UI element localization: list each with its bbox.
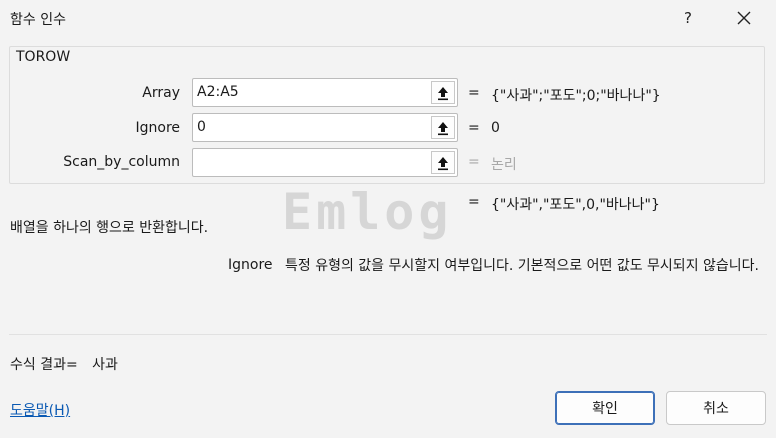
overall-equals: = (468, 194, 480, 210)
scan-by-column-result: 논리 (491, 157, 517, 173)
ignore-input[interactable]: 0 (192, 113, 458, 142)
scan-by-column-equals: = (468, 154, 480, 170)
help-button[interactable]: ? (678, 8, 698, 28)
close-icon (737, 11, 751, 25)
formula-result-label: 수식 결과= (10, 357, 78, 373)
collapse-dialog-icon (438, 156, 448, 170)
collapse-dialog-icon (438, 121, 448, 135)
divider (9, 334, 767, 335)
array-result: {"사과";"포도";0;"바나나"} (491, 88, 661, 104)
array-input[interactable]: A2:A5 (192, 78, 458, 107)
function-description: 배열을 하나의 행으로 반환합니다. (10, 220, 209, 236)
array-ref-button[interactable] (431, 81, 455, 104)
arg-description-name: Ignore (228, 257, 273, 273)
function-name: TOROW (14, 49, 73, 65)
array-input-value: A2:A5 (197, 84, 239, 100)
dialog-title: 함수 인수 (10, 12, 66, 28)
cancel-button[interactable]: 취소 (666, 391, 766, 425)
ignore-equals: = (468, 120, 480, 136)
arg-label-ignore: Ignore (135, 120, 180, 136)
arg-description-text: 특정 유형의 값을 무시할지 여부입니다. 기본적으로 어떤 값도 무시되지 않… (285, 258, 759, 274)
scan-by-column-input[interactable] (192, 148, 458, 177)
watermark: Emlog (282, 183, 453, 241)
ignore-ref-button[interactable] (431, 116, 455, 139)
ignore-result: 0 (491, 120, 500, 136)
close-button[interactable] (734, 8, 754, 28)
ok-button[interactable]: 확인 (555, 391, 655, 425)
ignore-input-value: 0 (197, 119, 206, 135)
formula-result-value: 사과 (92, 357, 118, 373)
collapse-dialog-icon (438, 86, 448, 100)
help-link[interactable]: 도움말(H) (10, 400, 70, 420)
formula-result: 수식 결과= 사과 (10, 354, 118, 374)
scan-by-column-ref-button[interactable] (431, 151, 455, 174)
overall-result: {"사과","포도",0,"바나나"} (491, 197, 660, 213)
arg-label-array: Array (142, 85, 180, 101)
array-equals: = (468, 85, 480, 101)
arg-label-scan-by-column: Scan_by_column (63, 154, 180, 170)
